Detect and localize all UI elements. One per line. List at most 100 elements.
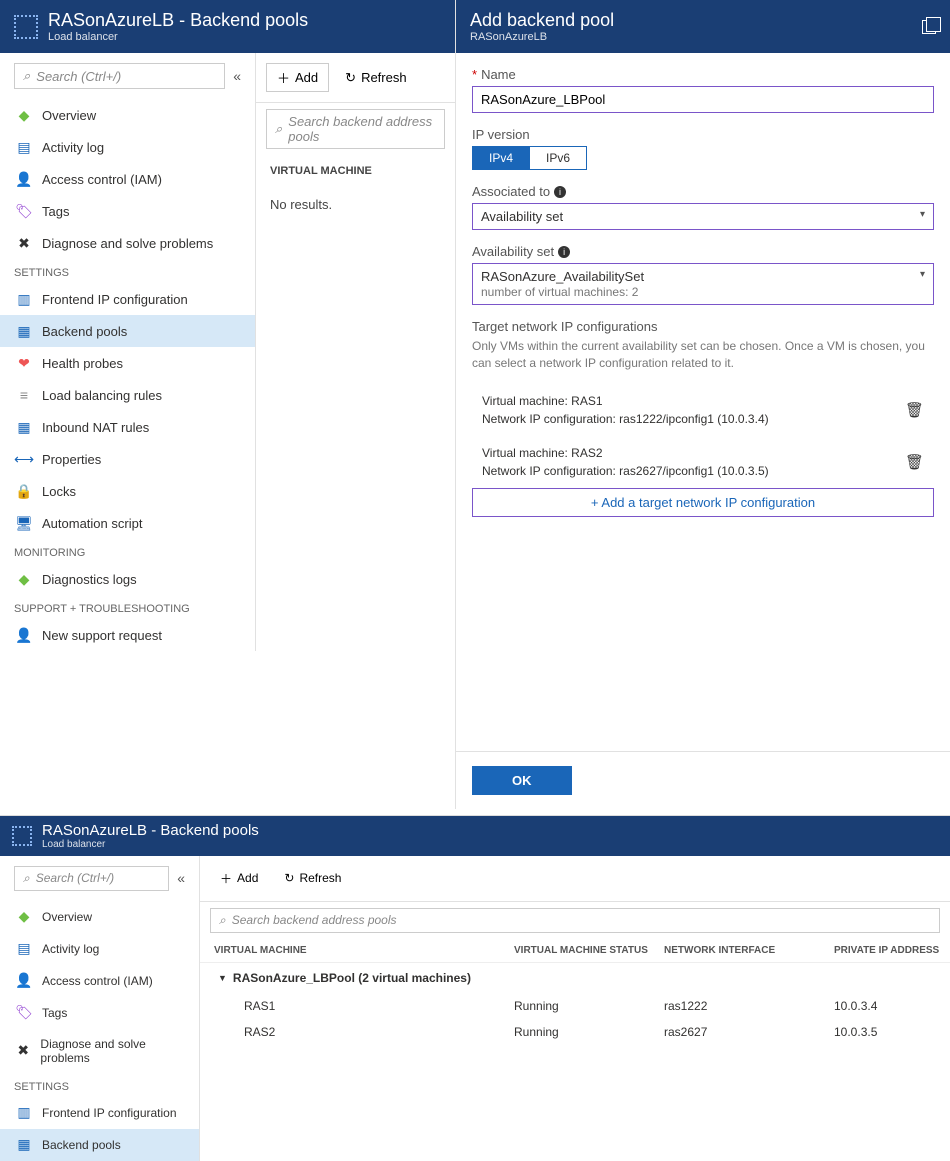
nav-icon: 👤 <box>16 973 32 989</box>
add-button[interactable]: ＋ Add <box>210 866 268 891</box>
plus-icon: ＋ <box>277 68 290 87</box>
sidebar-search-input[interactable]: ⌕ Search (Ctrl+/) <box>14 63 225 89</box>
load-balancer-icon <box>12 826 32 846</box>
nav-icon: ▥ <box>16 291 32 307</box>
sidebar-item-automation-script[interactable]: 🖥Automation script <box>0 507 255 539</box>
delete-icon[interactable]: 🗑 <box>905 401 924 419</box>
sidebar-item-load-balancing-rules[interactable]: ≡Load balancing rules <box>0 379 255 411</box>
no-results-text: No results. <box>256 183 455 226</box>
nav-icon: ▦ <box>16 1137 32 1153</box>
nav-icon: 🏷 <box>16 203 32 219</box>
sidebar-item-overview[interactable]: ◆Overview <box>0 901 199 933</box>
sidebar-item-new-support-request[interactable]: 👤New support request <box>0 619 255 651</box>
blade-header-top: RASonAzureLB - Backend pools Load balanc… <box>0 0 455 53</box>
nav-label: Diagnose and solve problems <box>40 1037 183 1065</box>
nav-icon: 🔒 <box>16 483 32 499</box>
collapse-sidebar-icon[interactable]: « <box>177 870 185 886</box>
nav-icon: ▦ <box>16 323 32 339</box>
nav-icon: ⟷ <box>16 451 32 467</box>
nav-icon: ✖ <box>16 1043 30 1059</box>
sidebar-item-frontend-ip-configuration[interactable]: ▥Frontend IP configuration <box>0 283 255 315</box>
nav-icon: 👤 <box>16 627 32 643</box>
required-asterisk: * <box>472 67 477 82</box>
sidebar-item-tags[interactable]: 🏷Tags <box>0 997 199 1029</box>
ok-button[interactable]: OK <box>472 766 572 795</box>
associated-to-select[interactable]: Availability set <box>472 203 934 230</box>
sidebar-item-activity-log[interactable]: ▤Activity log <box>0 131 255 163</box>
sidebar-item-access-control-iam-[interactable]: 👤Access control (IAM) <box>0 163 255 195</box>
info-icon[interactable]: i <box>558 246 570 258</box>
info-icon[interactable]: i <box>554 186 566 198</box>
panel-header: Add backend pool RASonAzureLB <box>456 0 950 53</box>
expand-icon[interactable]: ▼ <box>218 973 227 983</box>
search-icon: ⌕ <box>219 913 226 928</box>
ipv6-option[interactable]: IPv6 <box>530 146 587 170</box>
target-config-description: Only VMs within the current availability… <box>472 338 934 372</box>
blade-subtitle: Load balancer <box>48 31 308 43</box>
sidebar-item-access-control-iam-[interactable]: 👤 Access control (IAM) <box>0 965 199 997</box>
sidebar-item-backend-pools[interactable]: ▦Backend pools <box>0 1129 199 1161</box>
collapse-sidebar-icon[interactable]: « <box>233 68 241 84</box>
sidebar-item-overview[interactable]: ◆Overview <box>0 99 255 131</box>
sidebar-search-input[interactable]: ⌕ Search (Ctrl+/) <box>14 866 169 891</box>
nav-label: Automation script <box>42 516 142 531</box>
pool-search-input[interactable]: ⌕ Search backend address pools <box>210 908 940 933</box>
nav-label: Properties <box>42 452 101 467</box>
sidebar-item-diagnostics-logs[interactable]: ◆Diagnostics logs <box>0 563 255 595</box>
sidebar: ⌕ Search (Ctrl+/) « ◆Overview▤Activity l… <box>0 53 256 651</box>
pool-group-row[interactable]: ▼ RASonAzure_LBPool (2 virtual machines) <box>200 963 950 993</box>
availability-set-select[interactable]: RASonAzure_AvailabilitySet number of vir… <box>472 263 934 305</box>
maximize-icon[interactable] <box>922 20 936 34</box>
table-row[interactable]: RAS2Runningras262710.0.3.5 <box>200 1019 950 1045</box>
refresh-icon: ↻ <box>345 70 356 86</box>
nav-label: Diagnostics logs <box>42 572 137 587</box>
nav-label: Access control (IAM) <box>42 974 153 988</box>
refresh-button[interactable]: ↻ Refresh <box>274 867 351 889</box>
nav-icon: ▤ <box>16 941 32 957</box>
panel-title: Add backend pool <box>470 10 922 31</box>
name-label: Name <box>481 67 516 82</box>
pool-search-input[interactable]: ⌕ Search backend address pools <box>266 109 445 149</box>
sidebar-item-frontend-ip-configuration[interactable]: ▥ Frontend IP configuration <box>0 1097 199 1129</box>
add-target-ip-link[interactable]: + Add a target network IP configuration <box>472 488 934 517</box>
ip-version-label: IP version <box>472 127 934 142</box>
nav-label: Load balancing rules <box>42 388 162 403</box>
panel-subtitle: RASonAzureLB <box>470 31 922 43</box>
section-settings: SETTINGS <box>0 1073 199 1097</box>
search-icon: ⌕ <box>23 68 30 84</box>
name-input[interactable] <box>472 86 934 113</box>
sidebar-item-inbound-nat-rules[interactable]: ▦Inbound NAT rules <box>0 411 255 443</box>
column-vm: VIRTUAL MACHINE <box>256 155 455 183</box>
ipv4-option[interactable]: IPv4 <box>472 146 530 170</box>
sidebar-item-backend-pools[interactable]: ▦Backend pools <box>0 315 255 347</box>
nav-label: Access control (IAM) <box>42 172 162 187</box>
ip-config-row: Virtual machine: RAS2Network IP configur… <box>472 436 934 488</box>
nav-label: Frontend IP configuration <box>42 1106 177 1120</box>
sidebar-item-tags[interactable]: 🏷 Tags <box>0 195 255 227</box>
blade-subtitle: Load balancer <box>42 839 259 850</box>
sidebar-item-health-probes[interactable]: ❤ Health probes <box>0 347 255 379</box>
table-row[interactable]: RAS1Runningras122210.0.3.4 <box>200 993 950 1019</box>
vm-line: Virtual machine: RAS2 <box>482 444 769 462</box>
nav-label: Locks <box>42 484 76 499</box>
blade-title: RASonAzureLB - Backend pools <box>48 10 308 31</box>
nav-label: Overview <box>42 108 96 123</box>
sidebar-item-properties[interactable]: ⟷ Properties <box>0 443 255 475</box>
nav-label: Tags <box>42 204 69 219</box>
nav-icon: ❤ <box>16 355 32 371</box>
nav-label: Diagnose and solve problems <box>42 236 213 251</box>
sidebar-item-activity-log[interactable]: ▤Activity log <box>0 933 199 965</box>
ip-version-toggle[interactable]: IPv4 IPv6 <box>472 146 934 170</box>
nav-icon: ▥ <box>16 1105 32 1121</box>
refresh-button[interactable]: ↻ Refresh <box>335 66 416 90</box>
nav-label: Overview <box>42 910 92 924</box>
sidebar-item-diagnose-and-solve-problems[interactable]: ✖ Diagnose and solve problems <box>0 1029 199 1073</box>
sidebar-item-diagnose-and-solve-problems[interactable]: ✖Diagnose and solve problems <box>0 227 255 259</box>
add-button[interactable]: ＋ Add <box>266 63 329 92</box>
nav-icon: ▤ <box>16 139 32 155</box>
nav-label: Inbound NAT rules <box>42 420 149 435</box>
nav-label: Health probes <box>42 356 123 371</box>
sidebar-item-locks[interactable]: 🔒 Locks <box>0 475 255 507</box>
blade-title: RASonAzureLB - Backend pools <box>42 822 259 839</box>
delete-icon[interactable]: 🗑 <box>905 453 924 471</box>
